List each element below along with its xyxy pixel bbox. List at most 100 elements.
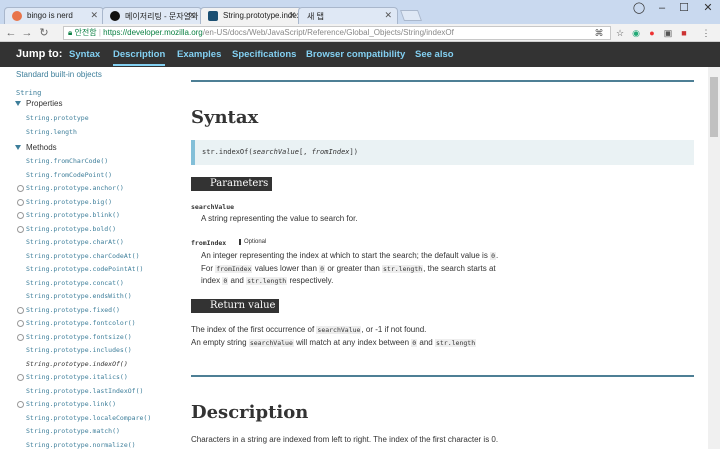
tab-mdn-indexof[interactable]: String.prototype.indexOf... ✕ [200, 7, 302, 24]
menu-icon[interactable]: ⋮ [700, 27, 712, 39]
sidebar-item-method[interactable]: String.fromCharCode() [26, 157, 108, 165]
tab-new[interactable]: 새 탭 ✕ [298, 7, 398, 24]
close-window-icon[interactable]: ✕ [694, 0, 720, 18]
sidebar-item-method[interactable]: String.prototype.charAt() [26, 238, 124, 246]
sidebar-item-method[interactable]: String.prototype.codePointAt() [26, 265, 143, 273]
browser-tab-strip: bingo is nerd ✕ 메이저리팅 - 문자열과 ... ✕ Strin… [0, 0, 720, 24]
tab-title: bingo is nerd [27, 11, 73, 20]
param-searchvalue: searchValue [191, 203, 235, 211]
extension-icon[interactable]: ▣ [662, 27, 674, 39]
main-content: Syntax str.indexOf(searchValue[, fromInd… [172, 67, 708, 449]
param-searchvalue-desc: A string representing the value to searc… [201, 214, 358, 223]
tab-blog[interactable]: 메이저리팅 - 문자열과 ... ✕ [102, 7, 202, 24]
forward-arrow-icon[interactable]: → [20, 26, 34, 40]
jump-link-browser-compatibility[interactable]: Browser compatibility [306, 49, 405, 60]
mdn-favicon-icon [208, 11, 218, 21]
sidebar-object-string[interactable]: String [16, 89, 41, 97]
sidebar-item-property[interactable]: String.prototype [26, 114, 89, 122]
deprecated-icon [17, 306, 24, 314]
deprecated-icon [17, 212, 24, 219]
parameters-heading: Parameters [191, 177, 273, 191]
page-scrollbar[interactable] [708, 67, 720, 449]
close-tab-icon[interactable]: ✕ [288, 10, 296, 21]
sidebar-heading[interactable]: Standard built-in objects [16, 70, 102, 79]
lock-icon: 🔒︎ [68, 28, 73, 37]
description-text: Characters in a string are indexed from … [191, 435, 499, 444]
sidebar-item-method[interactable]: String.prototype.anchor() [26, 184, 124, 192]
deprecated-icon [17, 225, 24, 233]
optional-badge: Optional [239, 239, 266, 245]
deprecated-icon [17, 198, 24, 206]
close-tab-icon[interactable]: ✕ [90, 10, 98, 21]
sidebar-item-method[interactable]: String.prototype.lastIndexOf() [26, 387, 143, 395]
sidebar-item-method[interactable]: String.prototype.normalize() [26, 441, 136, 449]
sidebar-item-method[interactable]: String.prototype.endsWith() [26, 292, 132, 300]
translate-icon[interactable]: ⌘ [593, 27, 605, 39]
extension-icon[interactable]: ● [646, 27, 658, 39]
syntax-code-box: str.indexOf(searchValue[, fromIndex]) [191, 140, 694, 165]
browser-toolbar: ← → ↻ 🔒︎ 안전함 | https://developer.mozilla… [0, 24, 720, 42]
param-fromindex-desc-line2: For fromIndex values lower than 0 or gre… [201, 264, 496, 273]
description-heading: Description [191, 402, 309, 423]
sidebar-item-method[interactable]: String.prototype.localeCompare() [26, 414, 151, 422]
extension-icon[interactable]: ■ [678, 27, 690, 39]
sidebar-section-properties[interactable]: Properties [15, 99, 62, 108]
sidebar-item-method[interactable]: String.prototype.fixed() [26, 306, 120, 314]
sidebar-item-method[interactable]: String.fromCodePoint() [26, 171, 112, 179]
jump-to-label: Jump to: [16, 48, 63, 60]
expand-triangle-icon [15, 101, 21, 107]
jump-link-see-also[interactable]: See also [415, 49, 454, 60]
reload-icon[interactable]: ↻ [37, 26, 51, 40]
sidebar-item-method[interactable]: String.prototype.blink() [26, 211, 120, 219]
param-fromindex: fromIndex [191, 239, 227, 247]
back-arrow-icon[interactable]: ← [4, 26, 18, 40]
return-value-heading: Return value [191, 299, 280, 313]
sidebar-item-method[interactable]: String.prototype.includes() [26, 346, 132, 354]
sidebar-item-method[interactable]: String.prototype.italics() [26, 373, 128, 381]
jump-link-description[interactable]: Description [113, 49, 166, 66]
scrollbar-thumb[interactable] [710, 77, 718, 137]
jump-link-syntax[interactable]: Syntax [69, 49, 100, 60]
secure-label: 안전함 [74, 28, 97, 37]
deprecated-icon [17, 185, 24, 192]
address-bar[interactable]: 🔒︎ 안전함 | https://developer.mozilla.org/e… [63, 26, 611, 40]
jump-link-specifications[interactable]: Specifications [232, 49, 296, 60]
extension-icon[interactable]: ◉ [630, 27, 642, 39]
jump-link-examples[interactable]: Examples [177, 49, 221, 60]
tab-title: 새 탭 [307, 12, 324, 21]
section-divider [191, 375, 694, 377]
sidebar-item-method[interactable]: String.prototype.bold() [26, 225, 116, 233]
sidebar-item-method[interactable]: String.prototype.charCodeAt() [26, 252, 140, 260]
url-host: https://developer.mozilla.org [103, 28, 203, 37]
sidebar-item-method[interactable]: String.prototype.big() [26, 198, 112, 206]
star-icon[interactable]: ☆ [614, 27, 626, 39]
return-value-line2: An empty string searchValue will match a… [191, 338, 477, 347]
site-favicon-icon [12, 11, 22, 21]
deprecated-icon [17, 374, 24, 381]
syntax-code: str.indexOf(searchValue[, fromIndex]) [202, 148, 358, 156]
jump-to-nav: Jump to: Syntax Description Examples Spe… [0, 42, 720, 67]
sidebar-item-method[interactable]: String.prototype.fontsize() [26, 333, 132, 341]
deprecated-icon [17, 333, 24, 341]
sidebar-item-method[interactable]: String.prototype.fontcolor() [26, 319, 136, 327]
url-path: /en-US/docs/Web/JavaScript/Reference/Glo… [202, 28, 454, 37]
close-tab-icon[interactable]: ✕ [188, 10, 196, 21]
close-tab-icon[interactable]: ✕ [384, 10, 392, 21]
deprecated-icon [17, 401, 24, 408]
deprecated-icon [17, 320, 24, 327]
sidebar-item-method[interactable]: String.prototype.link() [26, 400, 116, 408]
sidebar-section-methods[interactable]: Methods [15, 143, 57, 152]
sidebar-item-method[interactable]: String.prototype.concat() [26, 279, 124, 287]
sidebar-item-method[interactable]: String.prototype.indexOf() [26, 360, 128, 368]
syntax-heading: Syntax [191, 107, 259, 128]
expand-triangle-icon [15, 145, 21, 151]
param-fromindex-desc-line3: index 0 and str.length respectively. [201, 276, 334, 285]
new-tab-button[interactable] [399, 10, 423, 21]
return-value-line1: The index of the first occurrence of sea… [191, 325, 427, 334]
section-divider [191, 80, 694, 82]
tab-bingo[interactable]: bingo is nerd ✕ [4, 7, 104, 24]
sidebar-item-property[interactable]: String.length [26, 128, 77, 136]
site-favicon-icon [110, 11, 120, 21]
sidebar: Standard built-in objects String Propert… [0, 67, 172, 449]
sidebar-item-method[interactable]: String.prototype.match() [26, 427, 120, 435]
